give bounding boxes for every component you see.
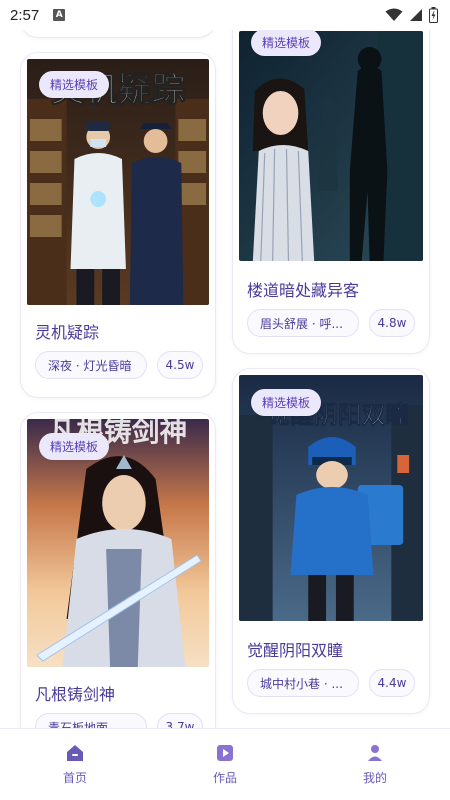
card-tag: 深夜 · 灯光昏暗 [35,351,147,379]
card-title: 灵机疑踪 [35,323,100,342]
usage-count: 3.7w [157,713,203,728]
a-icon: A [53,9,66,21]
status-time: 2:57 [10,6,40,24]
template-card[interactable]: 精选模板 楼道暗处藏异客 眉头舒展 · 呼... 4.8w [232,10,430,354]
play-icon [217,745,233,761]
wifi-icon [385,8,403,21]
status-icons [385,7,438,23]
featured-badge: 精选模板 [39,433,110,460]
battery-icon [429,7,438,23]
status-bar: 2:57 A [0,0,450,30]
nav-works[interactable]: 作品 [150,729,300,800]
person-icon [368,745,382,761]
featured-badge: 精选模板 [251,29,322,56]
usage-count: 4.5w [157,351,203,379]
nav-label: 作品 [212,771,237,785]
bottom-nav: 首页 作品 我的 [0,728,450,800]
template-card[interactable]: 灵机疑踪 精选模板 灵机疑踪 深夜 · 灯光昏暗 4.5w [20,52,216,398]
usage-count: 4.4w [369,669,415,697]
nav-label: 首页 [62,771,87,785]
nav-mine[interactable]: 我的 [300,729,450,800]
nav-label: 我的 [362,771,387,785]
usage-count: 4.8w [369,309,415,337]
card-title: 楼道暗处藏异客 [247,281,360,300]
card-title: 觉醒阴阳双瞳 [247,641,344,660]
cell-signal-icon [410,9,422,21]
card-tag: 青石板地面 ... [35,713,147,728]
featured-badge: 精选模板 [39,71,110,98]
template-card[interactable]: 觉醒阴阳双瞳 精选模板 觉醒阴阳双瞳 城中村小巷 · ... 4.4w [232,368,430,714]
featured-badge: 精选模板 [251,389,322,416]
card-title: 凡根铸剑神 [35,685,116,704]
card-poster-image [239,31,423,261]
nav-home[interactable]: 首页 [0,729,150,800]
card-tag: 城中村小巷 · ... [247,669,359,697]
template-feed[interactable]: 灵机疑踪 精选模板 灵机疑踪 深夜 · 灯光昏暗 4.5w 精选模板 楼道暗处藏… [0,0,450,728]
template-card[interactable]: 凡根铸剑神 精选模板 凡根铸剑神 青石板地面 ... 3.7w [20,412,216,728]
home-icon [67,745,83,761]
card-tag: 眉头舒展 · 呼... [247,309,359,337]
